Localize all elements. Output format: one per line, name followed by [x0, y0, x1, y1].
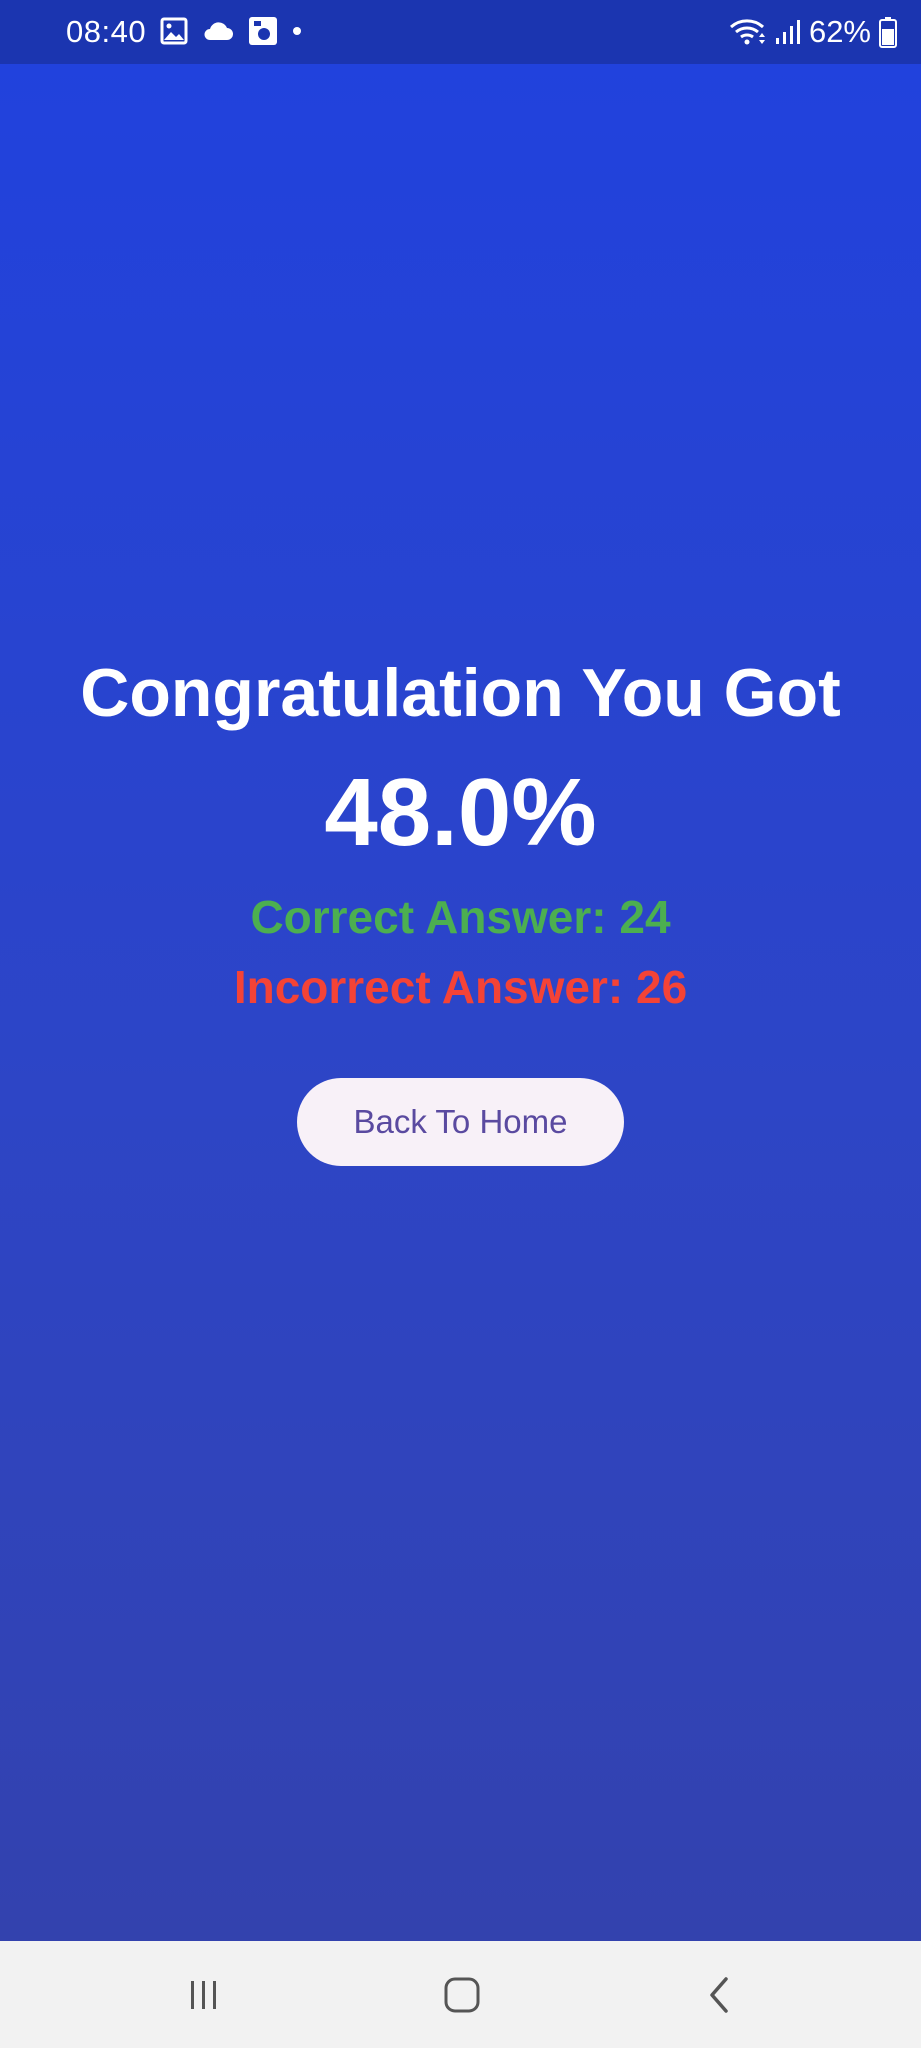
- recent-apps-icon[interactable]: [174, 1967, 234, 2023]
- result-title: Congratulation You Got: [80, 655, 841, 731]
- back-icon[interactable]: [690, 1967, 750, 2023]
- navigation-bar: [0, 1941, 921, 2048]
- status-bar: 08:40 62%: [0, 0, 921, 64]
- signal-icon: [775, 18, 801, 46]
- dot-icon: [292, 26, 302, 36]
- battery-icon: [879, 16, 897, 48]
- battery-percentage: 62%: [808, 14, 871, 49]
- status-notification-icons: [160, 16, 302, 46]
- back-to-home-button[interactable]: Back To Home: [297, 1078, 624, 1166]
- app-notification-icon: [248, 16, 278, 46]
- score-percentage: 48.0%: [324, 759, 597, 866]
- gallery-icon: [160, 17, 188, 45]
- correct-answer-count: Correct Answer: 24: [250, 891, 671, 943]
- status-system-icons: 62%: [729, 14, 897, 50]
- home-icon[interactable]: [432, 1967, 492, 2023]
- status-time: 08:40: [66, 14, 147, 49]
- wifi-icon: [729, 17, 767, 47]
- cloud-icon: [202, 20, 234, 42]
- incorrect-answer-count: Incorrect Answer: 26: [233, 961, 688, 1013]
